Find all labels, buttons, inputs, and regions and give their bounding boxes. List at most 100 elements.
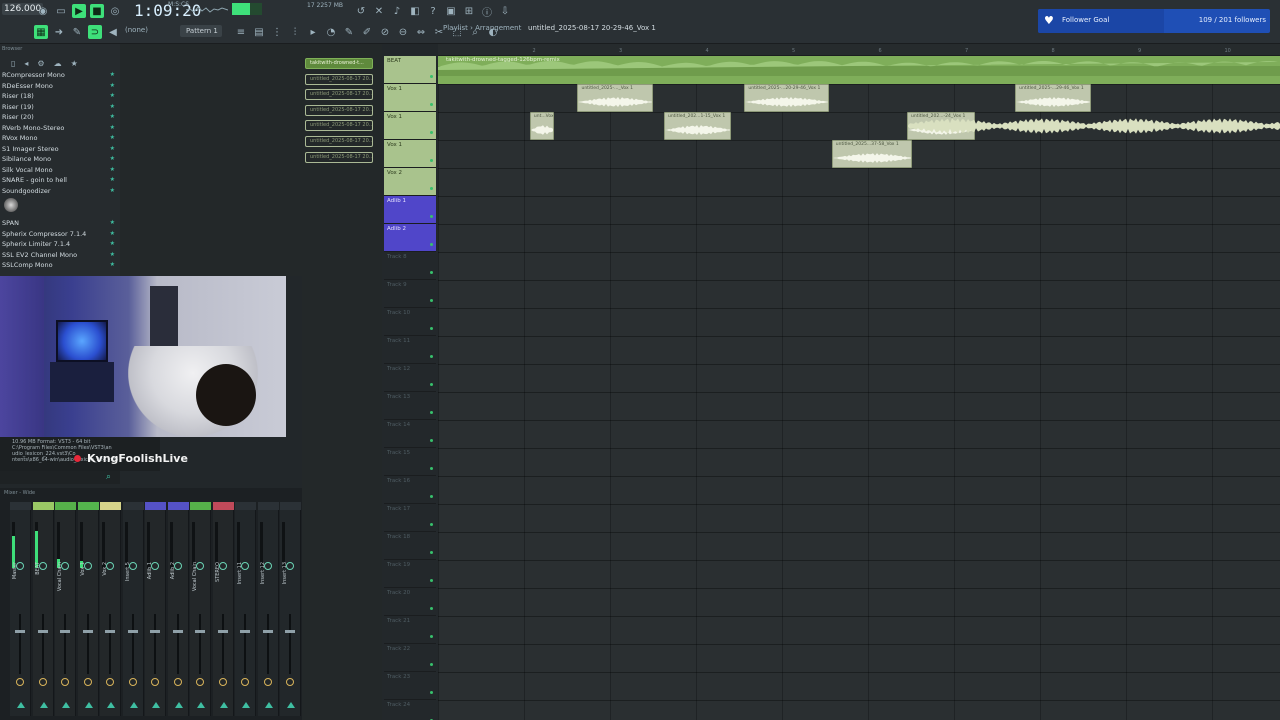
mixer-strip[interactable]: Vocal Chain xyxy=(190,502,211,716)
favorite-star-icon[interactable]: ★ xyxy=(110,133,115,144)
route-arrow-icon[interactable] xyxy=(107,702,115,708)
favorite-star-icon[interactable]: ★ xyxy=(110,112,115,123)
track-header[interactable]: Track 23 xyxy=(384,672,436,700)
channel-rack-icon[interactable]: ⋮ xyxy=(270,25,284,39)
route-arrow-icon[interactable] xyxy=(17,702,25,708)
help-icon[interactable]: ? xyxy=(426,4,440,18)
mixer-strip[interactable]: BEAT xyxy=(32,502,54,716)
track-enable-led-icon[interactable] xyxy=(430,383,433,386)
picker-clip-item[interactable]: untitled_2025-08-17 20... xyxy=(305,136,373,147)
send-knob[interactable] xyxy=(196,678,204,686)
send-knob[interactable] xyxy=(241,678,249,686)
send-knob[interactable] xyxy=(38,678,47,686)
fader-handle[interactable] xyxy=(150,630,160,633)
play-icon[interactable]: ▶ xyxy=(72,4,86,18)
pan-knob[interactable] xyxy=(173,562,182,570)
track-enable-led-icon[interactable] xyxy=(430,75,433,78)
save-icon[interactable]: ▣ xyxy=(444,4,458,18)
vocal-audio-clip[interactable]: unt...Vox 1 xyxy=(529,112,555,140)
mute-icon[interactable]: ⊖ xyxy=(396,25,410,39)
mixer-strip[interactable]: Vocal Chain xyxy=(55,502,76,716)
send-knob[interactable] xyxy=(286,678,294,686)
volume-fader[interactable] xyxy=(109,614,111,674)
volume-fader[interactable] xyxy=(131,614,134,674)
route-arrow-icon[interactable] xyxy=(129,702,138,708)
pan-knob[interactable] xyxy=(16,562,24,570)
mixer-strip[interactable]: Insert 5 xyxy=(122,502,144,716)
track-header[interactable]: Track 19 xyxy=(384,560,436,588)
route-arrow-icon[interactable] xyxy=(197,702,205,708)
send-knob[interactable] xyxy=(263,678,272,686)
track-enable-led-icon[interactable] xyxy=(430,243,433,246)
track-enable-led-icon[interactable] xyxy=(430,271,433,274)
mixer-strip[interactable]: Adlib 1 xyxy=(145,502,166,716)
plugin-item[interactable]: Riser (18) ★ xyxy=(0,91,120,102)
playlist-grid[interactable]: 234567891011 takitwith-drowned-tagged-12… xyxy=(438,44,1280,720)
pan-knob[interactable] xyxy=(218,562,227,570)
mixer-strip[interactable]: STEREO xyxy=(212,502,234,716)
volume-fader[interactable] xyxy=(199,614,201,674)
mixer-strip[interactable]: Master xyxy=(10,502,31,716)
mixer-strip[interactable]: Vox 2 xyxy=(100,502,121,716)
track-header[interactable]: Vox 1 xyxy=(384,84,436,112)
pattern-icon[interactable]: ▭ xyxy=(54,4,68,18)
plugin-item[interactable]: SNARE - goin to hell ★ xyxy=(0,175,120,186)
timeline-ruler[interactable]: 234567891011 xyxy=(438,44,1280,56)
send-knob[interactable] xyxy=(128,678,137,686)
plugin-item[interactable]: RVerb Mono-Stereo ★ xyxy=(0,123,120,134)
grid-icon[interactable]: ▦ xyxy=(34,25,48,39)
track-header[interactable]: Vox 1 xyxy=(384,140,436,168)
plugin-item[interactable]: Silk Vocal Mono ★ xyxy=(0,165,120,176)
favorite-star-icon[interactable]: ★ xyxy=(110,70,115,81)
favorite-star-icon[interactable]: ★ xyxy=(110,165,115,176)
plugin-icon[interactable]: ⊞ xyxy=(462,4,476,18)
brush-icon[interactable]: ✐ xyxy=(360,25,374,39)
pan-knob[interactable] xyxy=(106,562,114,570)
track-enable-led-icon[interactable] xyxy=(430,187,433,190)
pattern-selector[interactable]: Pattern 1 xyxy=(180,25,222,37)
snap-selector[interactable]: (none) xyxy=(125,26,148,34)
speaker-icon[interactable]: ◀ xyxy=(106,25,120,39)
vocal-audio-clip[interactable]: untitled_2025-...20-29-46_Vox 1 xyxy=(744,84,830,112)
track-enable-led-icon[interactable] xyxy=(430,215,433,218)
track-header[interactable]: Adlib 1 xyxy=(384,196,436,224)
plugin-item[interactable]: RVox Mono ★ xyxy=(0,133,120,144)
magnet-icon[interactable]: ⊃ xyxy=(88,25,102,39)
favorite-star-icon[interactable]: ★ xyxy=(110,229,115,240)
track-enable-led-icon[interactable] xyxy=(430,551,433,554)
vox-waveform-loose[interactable] xyxy=(908,112,1280,140)
track-header[interactable]: Track 22 xyxy=(384,644,436,672)
fader-handle[interactable] xyxy=(172,630,183,633)
browser-icon[interactable]: ◧ xyxy=(408,4,422,18)
route-arrow-icon[interactable] xyxy=(84,702,93,708)
send-knob[interactable] xyxy=(151,678,159,686)
fader-handle[interactable] xyxy=(15,630,25,633)
plugin-item[interactable]: SSL EV2 Channel Mono ★ xyxy=(0,250,120,261)
slip-icon[interactable]: ⇔ xyxy=(414,25,428,39)
send-knob[interactable] xyxy=(61,678,69,686)
track-header[interactable]: Track 18 xyxy=(384,532,436,560)
track-header[interactable]: Vox 2 xyxy=(384,168,436,196)
track-header[interactable]: Adlib 2 xyxy=(384,224,436,252)
fader-handle[interactable] xyxy=(285,630,295,633)
gear-icon[interactable]: ⚙ xyxy=(37,59,44,68)
track-header[interactable]: BEAT xyxy=(384,56,436,84)
track-header[interactable]: Track 20 xyxy=(384,588,436,616)
track-enable-led-icon[interactable] xyxy=(430,467,433,470)
pan-knob[interactable] xyxy=(83,562,92,570)
favorite-star-icon[interactable]: ★ xyxy=(110,81,115,92)
volume-fader[interactable] xyxy=(64,614,66,674)
plugin-item[interactable]: Soundgoodizer ★ xyxy=(0,186,120,197)
picker-clip-item[interactable]: untitled_2025-08-17 20... xyxy=(305,120,373,132)
track-header[interactable]: Track 13 xyxy=(384,392,436,420)
volume-fader[interactable] xyxy=(176,614,179,674)
vocal-audio-clip[interactable]: untitled_2025...37-58_Vox 1 xyxy=(831,140,913,168)
plugin-item[interactable]: Riser (20) ★ xyxy=(0,112,120,123)
route-arrow-icon[interactable] xyxy=(242,702,250,708)
track-enable-led-icon[interactable] xyxy=(430,159,433,162)
track-header[interactable]: Track 14 xyxy=(384,420,436,448)
track-enable-led-icon[interactable] xyxy=(430,691,433,694)
fader-handle[interactable] xyxy=(262,630,273,633)
volume-fader[interactable] xyxy=(221,614,224,674)
favorite-star-icon[interactable]: ★ xyxy=(110,239,115,250)
